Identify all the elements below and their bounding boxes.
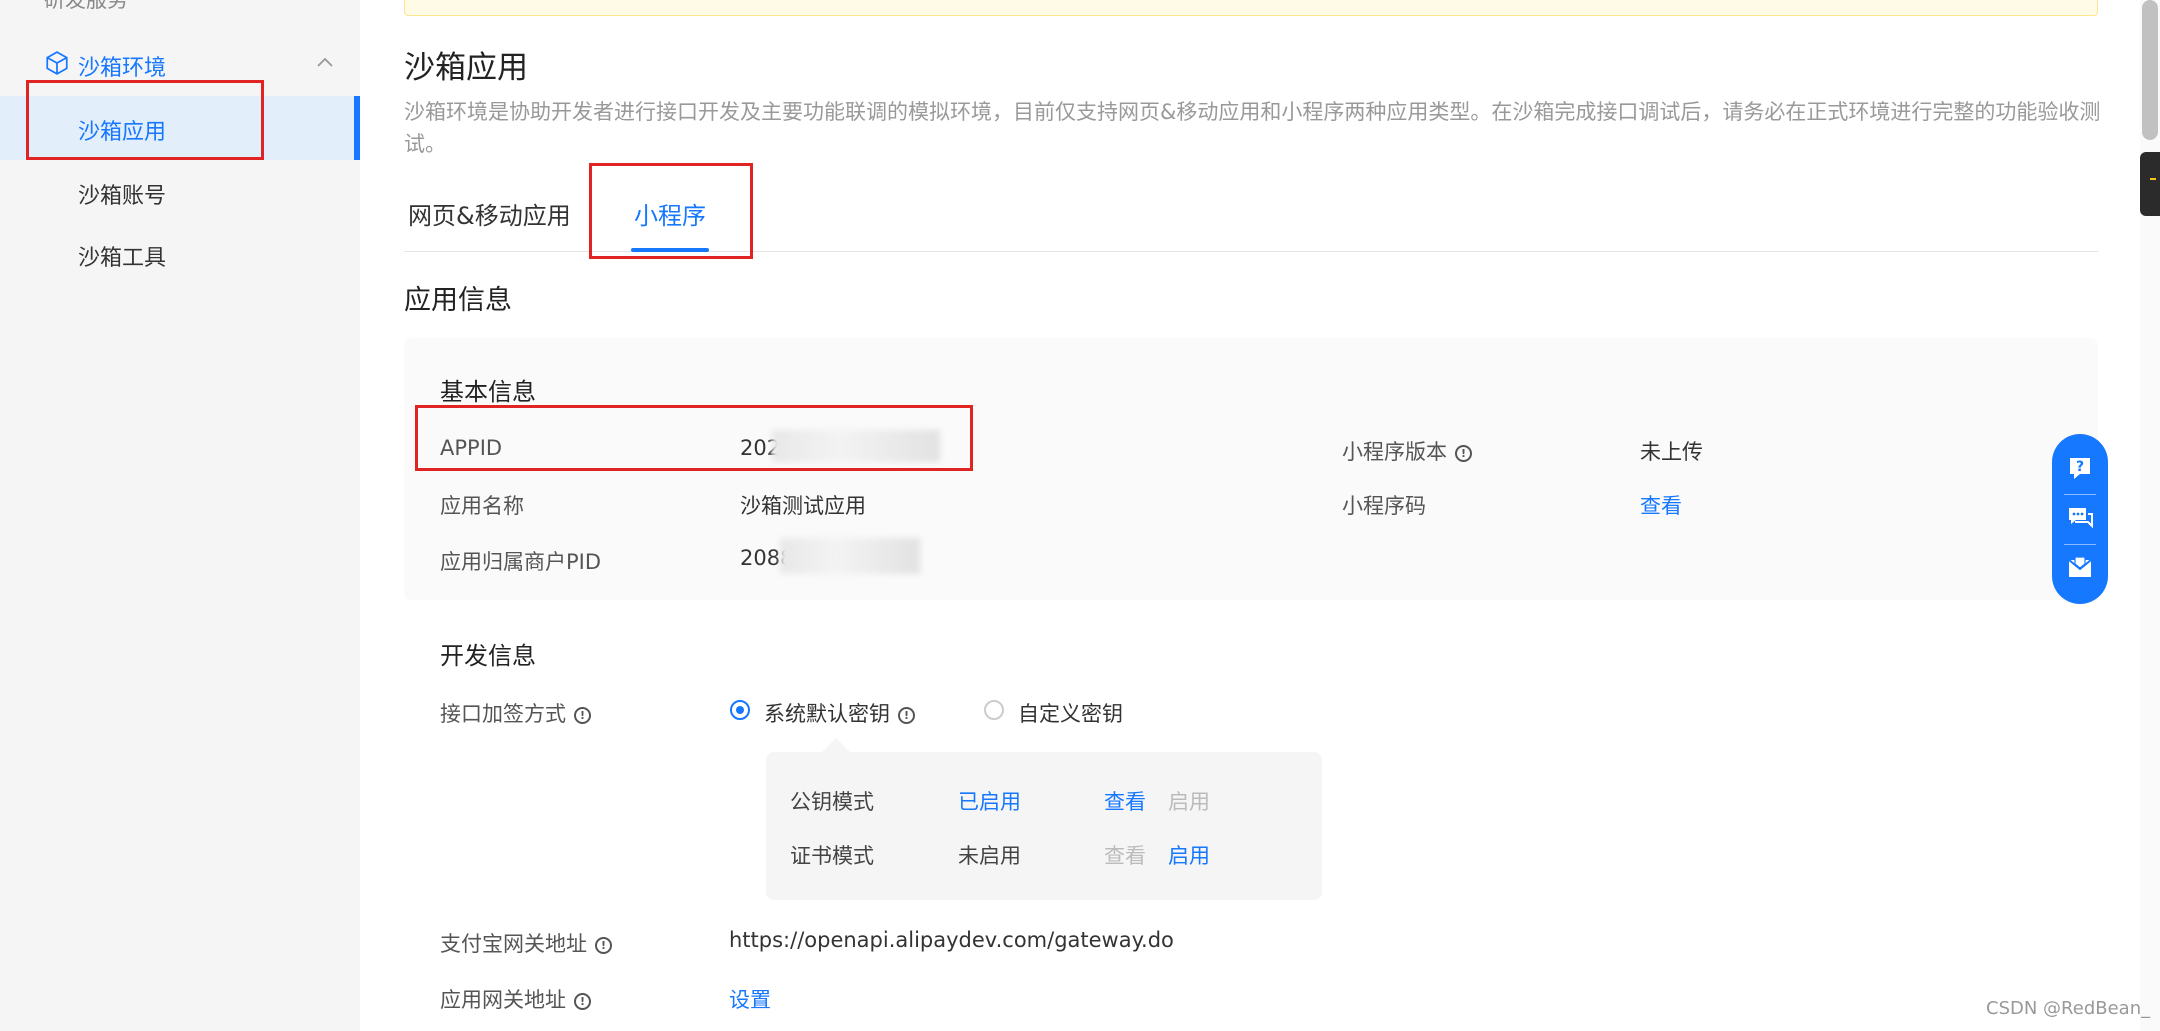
chat-icon[interactable] <box>2066 504 2094 532</box>
public-key-mode-label: 公钥模式 <box>790 790 874 814</box>
mini-code-label: 小程序码 <box>1342 494 1426 518</box>
app-gateway-set-link[interactable]: 设置 <box>729 984 771 1014</box>
info-icon[interactable]: ! <box>898 706 915 724</box>
key-mode-popover: 公钥模式 已启用 查看 启用 证书模式 未启用 查看 启用 <box>766 738 1322 900</box>
app-name-value: 沙箱测试应用 <box>740 494 866 518</box>
svg-text:?: ? <box>2076 459 2084 475</box>
side-panel-handle[interactable] <box>2140 152 2160 216</box>
cube-icon <box>46 51 68 75</box>
sign-method-label-text: 接口加签方式 <box>440 702 566 726</box>
toolbar-divider <box>2064 544 2096 545</box>
mini-version-label-text: 小程序版本 <box>1342 440 1447 464</box>
sidebar-group-sandbox[interactable]: 沙箱环境 <box>0 44 360 84</box>
sign-method-label: 接口加签方式! <box>440 698 591 728</box>
cert-mode-view-link: 查看 <box>1104 844 1146 868</box>
info-icon[interactable]: ! <box>595 936 612 954</box>
cert-mode-enable-link[interactable]: 启用 <box>1168 840 1210 870</box>
default-key-option[interactable]: 系统默认密钥! <box>764 698 915 728</box>
sidebar-item-dev-service[interactable]: 研发服务 <box>44 0 128 14</box>
radio-default-key[interactable] <box>730 700 750 720</box>
redacted-mask <box>780 538 920 574</box>
gateway-label-text: 支付宝网关地址 <box>440 932 587 956</box>
mini-version-label: 小程序版本! <box>1342 436 1472 466</box>
app-gateway-label-text: 应用网关地址 <box>440 988 566 1012</box>
default-key-label: 系统默认密钥 <box>764 702 890 726</box>
gateway-label: 支付宝网关地址! <box>440 928 612 958</box>
public-key-status: 已启用 <box>958 790 1021 814</box>
info-icon[interactable]: ! <box>1455 444 1472 462</box>
radio-custom-key[interactable] <box>984 700 1004 720</box>
sidebar-item-label: 沙箱工具 <box>78 246 167 271</box>
public-key-enable-link: 启用 <box>1168 790 1210 814</box>
basic-info-title: 基本信息 <box>440 378 536 406</box>
highlight-box-sidebar <box>26 80 264 160</box>
help-icon[interactable]: ? <box>2066 454 2094 482</box>
app-gateway-label: 应用网关地址! <box>440 984 591 1014</box>
main-content: 沙箱应用 沙箱环境是协助开发者进行接口开发及主要功能联调的模拟环境，目前仅支持网… <box>360 0 2160 1031</box>
highlight-box-tab <box>589 163 753 259</box>
cert-mode-label: 证书模式 <box>790 844 874 868</box>
section-title-app-info: 应用信息 <box>404 285 512 316</box>
scrollbar-thumb[interactable] <box>2142 0 2158 140</box>
mini-code-view-link[interactable]: 查看 <box>1640 490 1682 520</box>
info-icon[interactable]: ! <box>574 992 591 1010</box>
public-key-view-link[interactable]: 查看 <box>1104 786 1146 816</box>
floating-help-toolbar: ? <box>2052 434 2108 604</box>
mini-version-value: 未上传 <box>1640 440 1703 464</box>
tab-web-mobile-app[interactable]: 网页&移动应用 <box>408 196 571 231</box>
info-icon[interactable]: ! <box>574 706 591 724</box>
custom-key-label[interactable]: 自定义密钥 <box>1018 698 1123 728</box>
gateway-url: https://openapi.alipaydev.com/gateway.do <box>729 928 1174 952</box>
sidebar-group-label: 沙箱环境 <box>78 56 167 81</box>
watermark: CSDN @RedBean_ <box>1986 998 2151 1019</box>
cert-mode-status: 未启用 <box>958 844 1021 868</box>
pid-label: 应用归属商户PID <box>440 550 602 574</box>
sidebar-item-label: 沙箱账号 <box>78 184 167 209</box>
dev-info-title: 开发信息 <box>440 642 536 670</box>
sidebar-item-sandbox-tools[interactable]: 沙箱工具 <box>0 222 360 286</box>
app-name-label: 应用名称 <box>440 494 524 518</box>
toolbar-divider <box>2064 494 2096 495</box>
page-description: 沙箱环境是协助开发者进行接口开发及主要功能联调的模拟环境，目前仅支持网页&移动应… <box>404 100 2101 156</box>
notice-banner <box>404 0 2098 16</box>
highlight-box-appid <box>415 405 973 471</box>
chevron-up-icon[interactable] <box>316 56 334 68</box>
page-title: 沙箱应用 <box>404 50 528 86</box>
message-icon[interactable] <box>2066 554 2094 582</box>
sidebar-item-sandbox-account[interactable]: 沙箱账号 <box>0 160 360 224</box>
